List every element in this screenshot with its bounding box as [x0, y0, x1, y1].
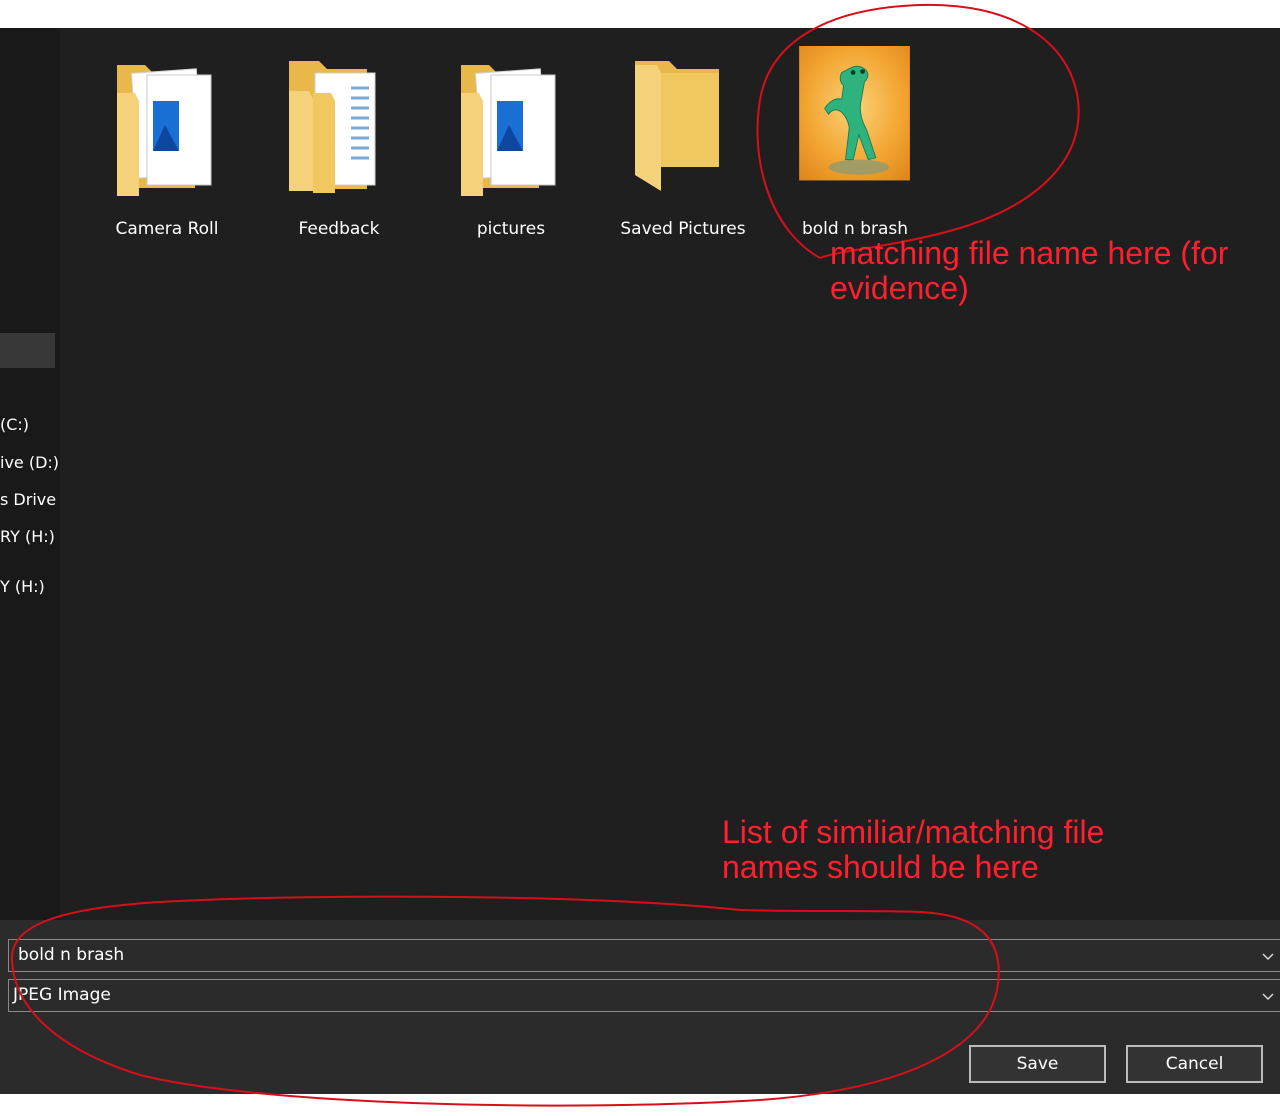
nav-item-drive[interactable]: s Drive (	[0, 490, 58, 509]
bottom-bar: bold n brash JPEG Image Save Cancel	[0, 920, 1280, 1094]
file-item-camera-roll[interactable]: Camera Roll	[87, 53, 247, 243]
navigation-pane: (C:) ive (D:) s Drive ( RY (H:) Y (H:)	[0, 28, 61, 920]
annotation-text-bottom: List of similiar/matching file names sho…	[722, 815, 1104, 885]
file-item-saved-pictures[interactable]: Saved Pictures	[603, 53, 763, 243]
nav-item-c-drive[interactable]: (C:)	[0, 415, 58, 434]
file-name: Camera Roll	[115, 219, 219, 239]
file-item-feedback[interactable]: Feedback	[259, 53, 419, 243]
save-button[interactable]: Save	[969, 1045, 1106, 1083]
cancel-button[interactable]: Cancel	[1126, 1045, 1263, 1083]
folder-documents-icon	[289, 61, 376, 193]
chevron-down-icon[interactable]	[1260, 988, 1276, 1004]
folder-pictures-icon	[461, 65, 556, 196]
folder-pictures-icon	[117, 65, 212, 196]
nav-item-h-drive[interactable]: RY (H:)	[0, 527, 58, 546]
annotation-line: List of similiar/matching file	[722, 814, 1105, 850]
filename-combobox[interactable]: bold n brash	[8, 939, 1280, 972]
annotation-text-top: matching file name here (for evidence)	[830, 236, 1228, 306]
filename-value[interactable]: bold n brash	[18, 945, 124, 965]
image-thumbnail	[799, 46, 910, 181]
filetype-select[interactable]: JPEG Image	[8, 979, 1280, 1012]
save-dialog: (C:) ive (D:) s Drive ( RY (H:) Y (H:) C…	[0, 28, 1280, 1094]
file-item-pictures[interactable]: pictures	[431, 53, 591, 243]
file-item-bold-n-brash[interactable]: bold n brash	[775, 46, 935, 243]
chevron-down-icon[interactable]	[1260, 948, 1276, 964]
file-list: Camera Roll Feedback pictures Saved Pict…	[60, 28, 1280, 920]
nav-selected-item[interactable]	[0, 333, 55, 368]
file-name: Saved Pictures	[620, 219, 746, 239]
file-name: Feedback	[298, 219, 380, 239]
annotation-line: matching file name here (for	[830, 235, 1229, 271]
folder-icon	[635, 61, 719, 191]
nav-item-d-drive[interactable]: ive (D:)	[0, 453, 58, 472]
filetype-value: JPEG Image	[13, 985, 111, 1005]
annotation-line: names should be here	[722, 849, 1039, 885]
annotation-line: evidence)	[830, 270, 969, 306]
file-name: pictures	[476, 219, 546, 239]
nav-item-h-drive-2[interactable]: Y (H:)	[0, 577, 58, 596]
